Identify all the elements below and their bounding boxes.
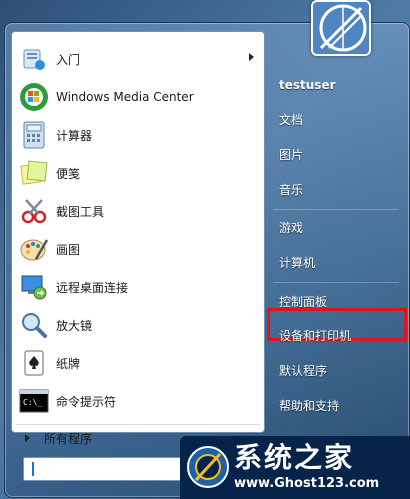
right-item-music[interactable]: 音乐 — [271, 175, 401, 203]
program-label: 命令提示符 — [56, 394, 117, 409]
program-getting-started[interactable]: 入门 — [16, 42, 260, 76]
solitaire-icon — [18, 347, 50, 379]
user-picture[interactable] — [311, 0, 371, 56]
program-label: 便笺 — [56, 166, 81, 181]
program-remote-desktop[interactable]: 远程桌面连接 — [16, 270, 260, 304]
program-label: Windows Media Center — [56, 90, 194, 104]
right-divider — [273, 282, 399, 283]
program-media-center[interactable]: Windows Media Center — [16, 80, 260, 114]
right-item-games[interactable]: 游戏 — [271, 213, 401, 241]
program-calculator[interactable]: 计算器 — [16, 118, 260, 152]
right-item-devices-printers[interactable]: 设备和打印机 — [271, 321, 401, 349]
program-label: 画图 — [56, 242, 81, 257]
watermark-title: 系统之家 — [234, 441, 355, 474]
right-item-label: 设备和打印机 — [279, 328, 352, 343]
user-name-link[interactable]: testuser — [271, 71, 401, 99]
divider — [16, 424, 260, 425]
program-label: 放大镜 — [56, 318, 93, 333]
right-item-label: 控制面板 — [279, 294, 328, 309]
program-label: 纸牌 — [56, 356, 81, 371]
watermark-logo-icon — [187, 446, 229, 488]
watermark-banner: 系统之家 www.Ghost123.com — [180, 436, 410, 499]
right-item-label: 默认程序 — [279, 363, 328, 378]
right-divider — [273, 209, 399, 210]
user-avatar-icon — [313, 2, 369, 54]
right-item-help-support[interactable]: 帮助和支持 — [271, 391, 401, 419]
program-label: 远程桌面连接 — [56, 280, 129, 295]
magnifier-icon — [18, 309, 50, 341]
right-item-pictures[interactable]: 图片 — [271, 140, 401, 168]
program-paint[interactable]: 画图 — [16, 232, 260, 266]
right-item-label: 图片 — [279, 147, 304, 162]
start-menu: 入门 Windows Media Center 计算器 便笺 截图工具 画图 远… — [4, 22, 410, 498]
right-item-label: 文档 — [279, 112, 304, 127]
text-caret — [32, 462, 34, 476]
program-label: 截图工具 — [56, 204, 105, 219]
watermark-url: www.Ghost123.com — [234, 476, 380, 491]
program-command-prompt[interactable]: C:\_ 命令提示符 — [16, 384, 260, 418]
right-item-computer[interactable]: 计算机 — [271, 248, 401, 276]
program-solitaire[interactable]: 纸牌 — [16, 346, 260, 380]
right-item-documents[interactable]: 文档 — [271, 105, 401, 133]
right-item-label: 帮助和支持 — [279, 398, 340, 413]
arrow-right-icon — [25, 434, 30, 442]
program-label: 入门 — [56, 52, 81, 67]
all-programs-label: 所有程序 — [44, 431, 93, 446]
svg-text:C:\_: C:\_ — [23, 398, 42, 407]
program-magnifier[interactable]: 放大镜 — [16, 308, 260, 342]
submenu-arrow-icon — [249, 53, 254, 61]
paint-icon — [18, 233, 50, 265]
right-item-label: 游戏 — [279, 220, 304, 235]
remote-desktop-icon — [18, 271, 50, 303]
calculator-icon — [18, 119, 50, 151]
program-sticky-notes[interactable]: 便笺 — [16, 156, 260, 190]
command-prompt-icon: C:\_ — [18, 385, 50, 417]
right-item-label: 计算机 — [279, 255, 316, 270]
programs-pane: 入门 Windows Media Center 计算器 便笺 截图工具 画图 远… — [11, 31, 265, 433]
media-center-icon — [18, 81, 50, 113]
right-item-label: 音乐 — [279, 182, 304, 197]
sticky-notes-icon — [18, 157, 50, 189]
getting-started-icon — [18, 43, 50, 75]
snipping-tool-icon — [18, 195, 50, 227]
program-label: 计算器 — [56, 128, 93, 143]
username-label: testuser — [279, 78, 336, 92]
program-snipping-tool[interactable]: 截图工具 — [16, 194, 260, 228]
right-item-default-programs[interactable]: 默认程序 — [271, 356, 401, 384]
